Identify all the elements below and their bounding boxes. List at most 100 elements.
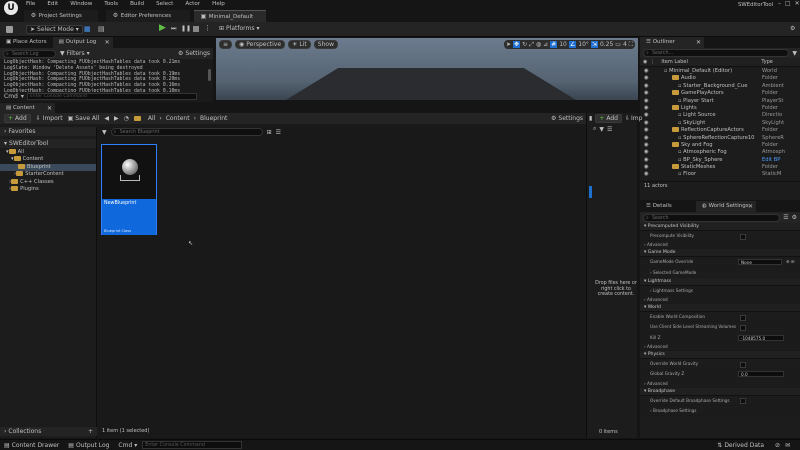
save-search-icon[interactable]: ⊞ — [267, 129, 272, 136]
details-section-header[interactable]: ▾ World — [640, 304, 800, 313]
gravity-z-input[interactable]: 0.0 — [738, 371, 784, 378]
outliner-row[interactable]: ◉ ▫ Minimal_Default (Editor) World — [640, 68, 800, 75]
move-tool-icon[interactable]: ✥ — [513, 41, 521, 48]
tab-world-settings[interactable]: ◍ World Settings — [696, 201, 756, 212]
maximize-icon[interactable]: □ — [785, 0, 791, 7]
visibility-eye-icon[interactable]: ◉ — [644, 90, 652, 97]
visibility-eye-icon[interactable]: ◉ — [644, 98, 652, 105]
play-options-icon[interactable]: ⏭ — [171, 25, 176, 33]
output-log-button[interactable]: ▤ Output Log — [68, 442, 109, 449]
outliner-row[interactable]: ◉ StaticMeshes Folder — [640, 164, 800, 171]
tab-minimal-default[interactable]: ▣ Minimal_Default — [194, 10, 266, 22]
details-section-header[interactable]: ▾ Precomputed Visibility — [640, 223, 800, 231]
outliner-row[interactable]: ◉ GamePlayActors Folder — [640, 90, 800, 97]
outliner-row[interactable]: ◉ ReflectionCaptureActors Folder — [640, 127, 800, 134]
scale-snap-icon[interactable]: ⇲ — [590, 41, 598, 48]
filter-icon[interactable]: ▼ — [599, 126, 604, 133]
details-section-header[interactable]: ▾ Game Mode — [640, 249, 800, 258]
filters-button[interactable]: ▼ Filters ▾ — [60, 50, 90, 57]
world-space-icon[interactable]: ◍ — [536, 41, 541, 48]
perspective-button[interactable]: ◉ Perspective — [235, 40, 286, 49]
visibility-eye-icon[interactable]: ◉ — [644, 105, 652, 112]
tree-item-plugins[interactable]: › Plugins — [0, 185, 96, 193]
history-icon[interactable]: ◔ — [124, 115, 129, 122]
outliner-row[interactable]: ◉ ▫ SkyLight SkyLight — [640, 120, 800, 127]
cinematics-icon[interactable]: ▤ — [98, 25, 105, 33]
chat-icon[interactable]: ✉ — [785, 442, 790, 449]
menu-item-select[interactable]: Select — [156, 1, 173, 7]
menu-item-edit[interactable]: Edit — [47, 1, 58, 7]
property-checkbox[interactable] — [740, 361, 746, 368]
visibility-eye-icon[interactable]: ◉ — [644, 83, 652, 90]
visibility-eye-icon[interactable]: ◉ — [644, 157, 652, 164]
menu-item-tools[interactable]: Tools — [104, 1, 118, 7]
play-icon[interactable]: ▶ — [159, 23, 166, 33]
visibility-eye-icon[interactable]: ◉ — [644, 112, 652, 119]
tab-editor-preferences[interactable]: ⚙ Editor Preferences — [106, 10, 190, 22]
lit-button[interactable]: ☀ Lit — [288, 40, 311, 49]
log-text-area[interactable]: LogObjectHash: Compacting FUObjectHashTa… — [0, 59, 213, 92]
visibility-eye-icon[interactable]: ◉ — [644, 135, 652, 142]
log-search-input[interactable]: ⌕ Search Log — [3, 49, 56, 58]
kill-z-input[interactable]: -1048575.0 — [738, 334, 784, 341]
outliner-row[interactable]: ◉ ▫ Light Source Directio — [640, 112, 800, 119]
select-mode-dropdown[interactable]: ➤ Select Mode ▾ — [26, 25, 83, 34]
visibility-eye-icon[interactable]: ◉ — [644, 142, 652, 149]
visibility-eye-icon[interactable]: ◉ — [644, 171, 652, 178]
property-checkbox[interactable] — [740, 233, 746, 240]
more-options-icon[interactable]: ⋮ — [204, 24, 211, 32]
cb-settings-button[interactable]: ⚙ Settings — [551, 115, 583, 122]
tree-item-content[interactable]: ▾ Content — [0, 156, 96, 163]
plus-icon[interactable]: + — [88, 428, 93, 435]
outliner-row[interactable]: ◉ Lights Folder — [640, 104, 800, 112]
menu-item-file[interactable]: File — [26, 1, 35, 7]
filter-icon[interactable]: ▼ — [792, 50, 797, 57]
menu-item-help[interactable]: Help — [212, 1, 225, 7]
menu-item-window[interactable]: Window — [70, 1, 92, 7]
outliner-row[interactable]: ◉ ▫ Floor StaticM — [640, 171, 800, 178]
save-icon[interactable] — [6, 26, 13, 33]
unreal-logo-icon[interactable]: U — [4, 1, 18, 15]
tab-details[interactable]: ☰ Details — [640, 201, 696, 212]
gamemode-select[interactable]: None — [738, 259, 782, 266]
outliner-row[interactable]: ◉ ▫ BP_Sky_Sphere Edit BP — [640, 157, 800, 164]
details-search-input[interactable]: ⌕ Search — [643, 213, 781, 222]
search-icon[interactable]: ⌕ — [593, 125, 596, 133]
property-checkbox[interactable] — [740, 314, 746, 321]
tab-project-settings[interactable]: ⚙ Project Settings — [24, 10, 98, 22]
add-button-secondary[interactable]: + Add — [595, 114, 622, 123]
details-section-header[interactable]: ▾ Broadphase — [640, 387, 800, 396]
tab-place-actors[interactable]: ▣ Place Actors — [0, 37, 53, 48]
visibility-eye-icon[interactable]: ◉ — [644, 127, 652, 134]
close-icon[interactable]: ✕ — [696, 39, 701, 46]
property-checkbox[interactable] — [740, 324, 746, 331]
forward-icon[interactable]: ▶ — [114, 115, 119, 122]
filter-icon[interactable]: ▼ — [102, 129, 107, 136]
log-settings-button[interactable]: ⚙ Settings — [178, 50, 210, 57]
import-button-secondary[interactable]: ⇩ Imp — [625, 115, 642, 122]
platforms-button[interactable]: ⊞ Platforms ▾ — [219, 25, 259, 32]
tree-item-all[interactable]: ▾ All — [0, 149, 96, 156]
angle-size-value[interactable]: 10° — [578, 41, 589, 48]
asset-tile-newblueprint[interactable]: NewBlueprint Blueprint Class — [101, 144, 157, 235]
property-checkbox[interactable] — [740, 398, 746, 405]
add-button[interactable]: + Add — [4, 114, 31, 123]
cmd-label[interactable]: Cmd — [4, 93, 18, 100]
derived-data-button[interactable]: ⇅ Derived Data — [717, 442, 764, 449]
reset-arrow-icon[interactable]: ⊕ ⊞ — [786, 257, 794, 267]
grid-size-value[interactable]: 10 — [559, 41, 567, 48]
details-section-header[interactable]: ▾ Physics — [640, 351, 800, 360]
tree-item-blueprint[interactable]: Blueprint — [0, 163, 96, 172]
content-drawer-button[interactable]: ▤ Content Drawer — [4, 442, 59, 449]
view-options-icon[interactable]: ☰ — [276, 129, 281, 136]
stop-icon[interactable] — [193, 26, 199, 32]
save-all-button[interactable]: ▣ Save All — [68, 115, 100, 122]
show-button[interactable]: Show — [313, 40, 338, 49]
asset-view[interactable]: ▼ ⌕ Search Blueprint ⊞ ☰ NewBlueprint Blu… — [98, 127, 585, 438]
angle-snap-icon[interactable]: ∠ — [568, 41, 577, 48]
cmd-dropdown[interactable]: Cmd ▾ — [118, 442, 137, 449]
close-icon[interactable]: ✕ — [47, 105, 52, 112]
visibility-eye-icon[interactable]: ◉ — [644, 149, 652, 156]
import-button[interactable]: ⇩ Import — [36, 115, 63, 122]
outliner-row[interactable]: ◉ Audio Folder — [640, 75, 800, 82]
